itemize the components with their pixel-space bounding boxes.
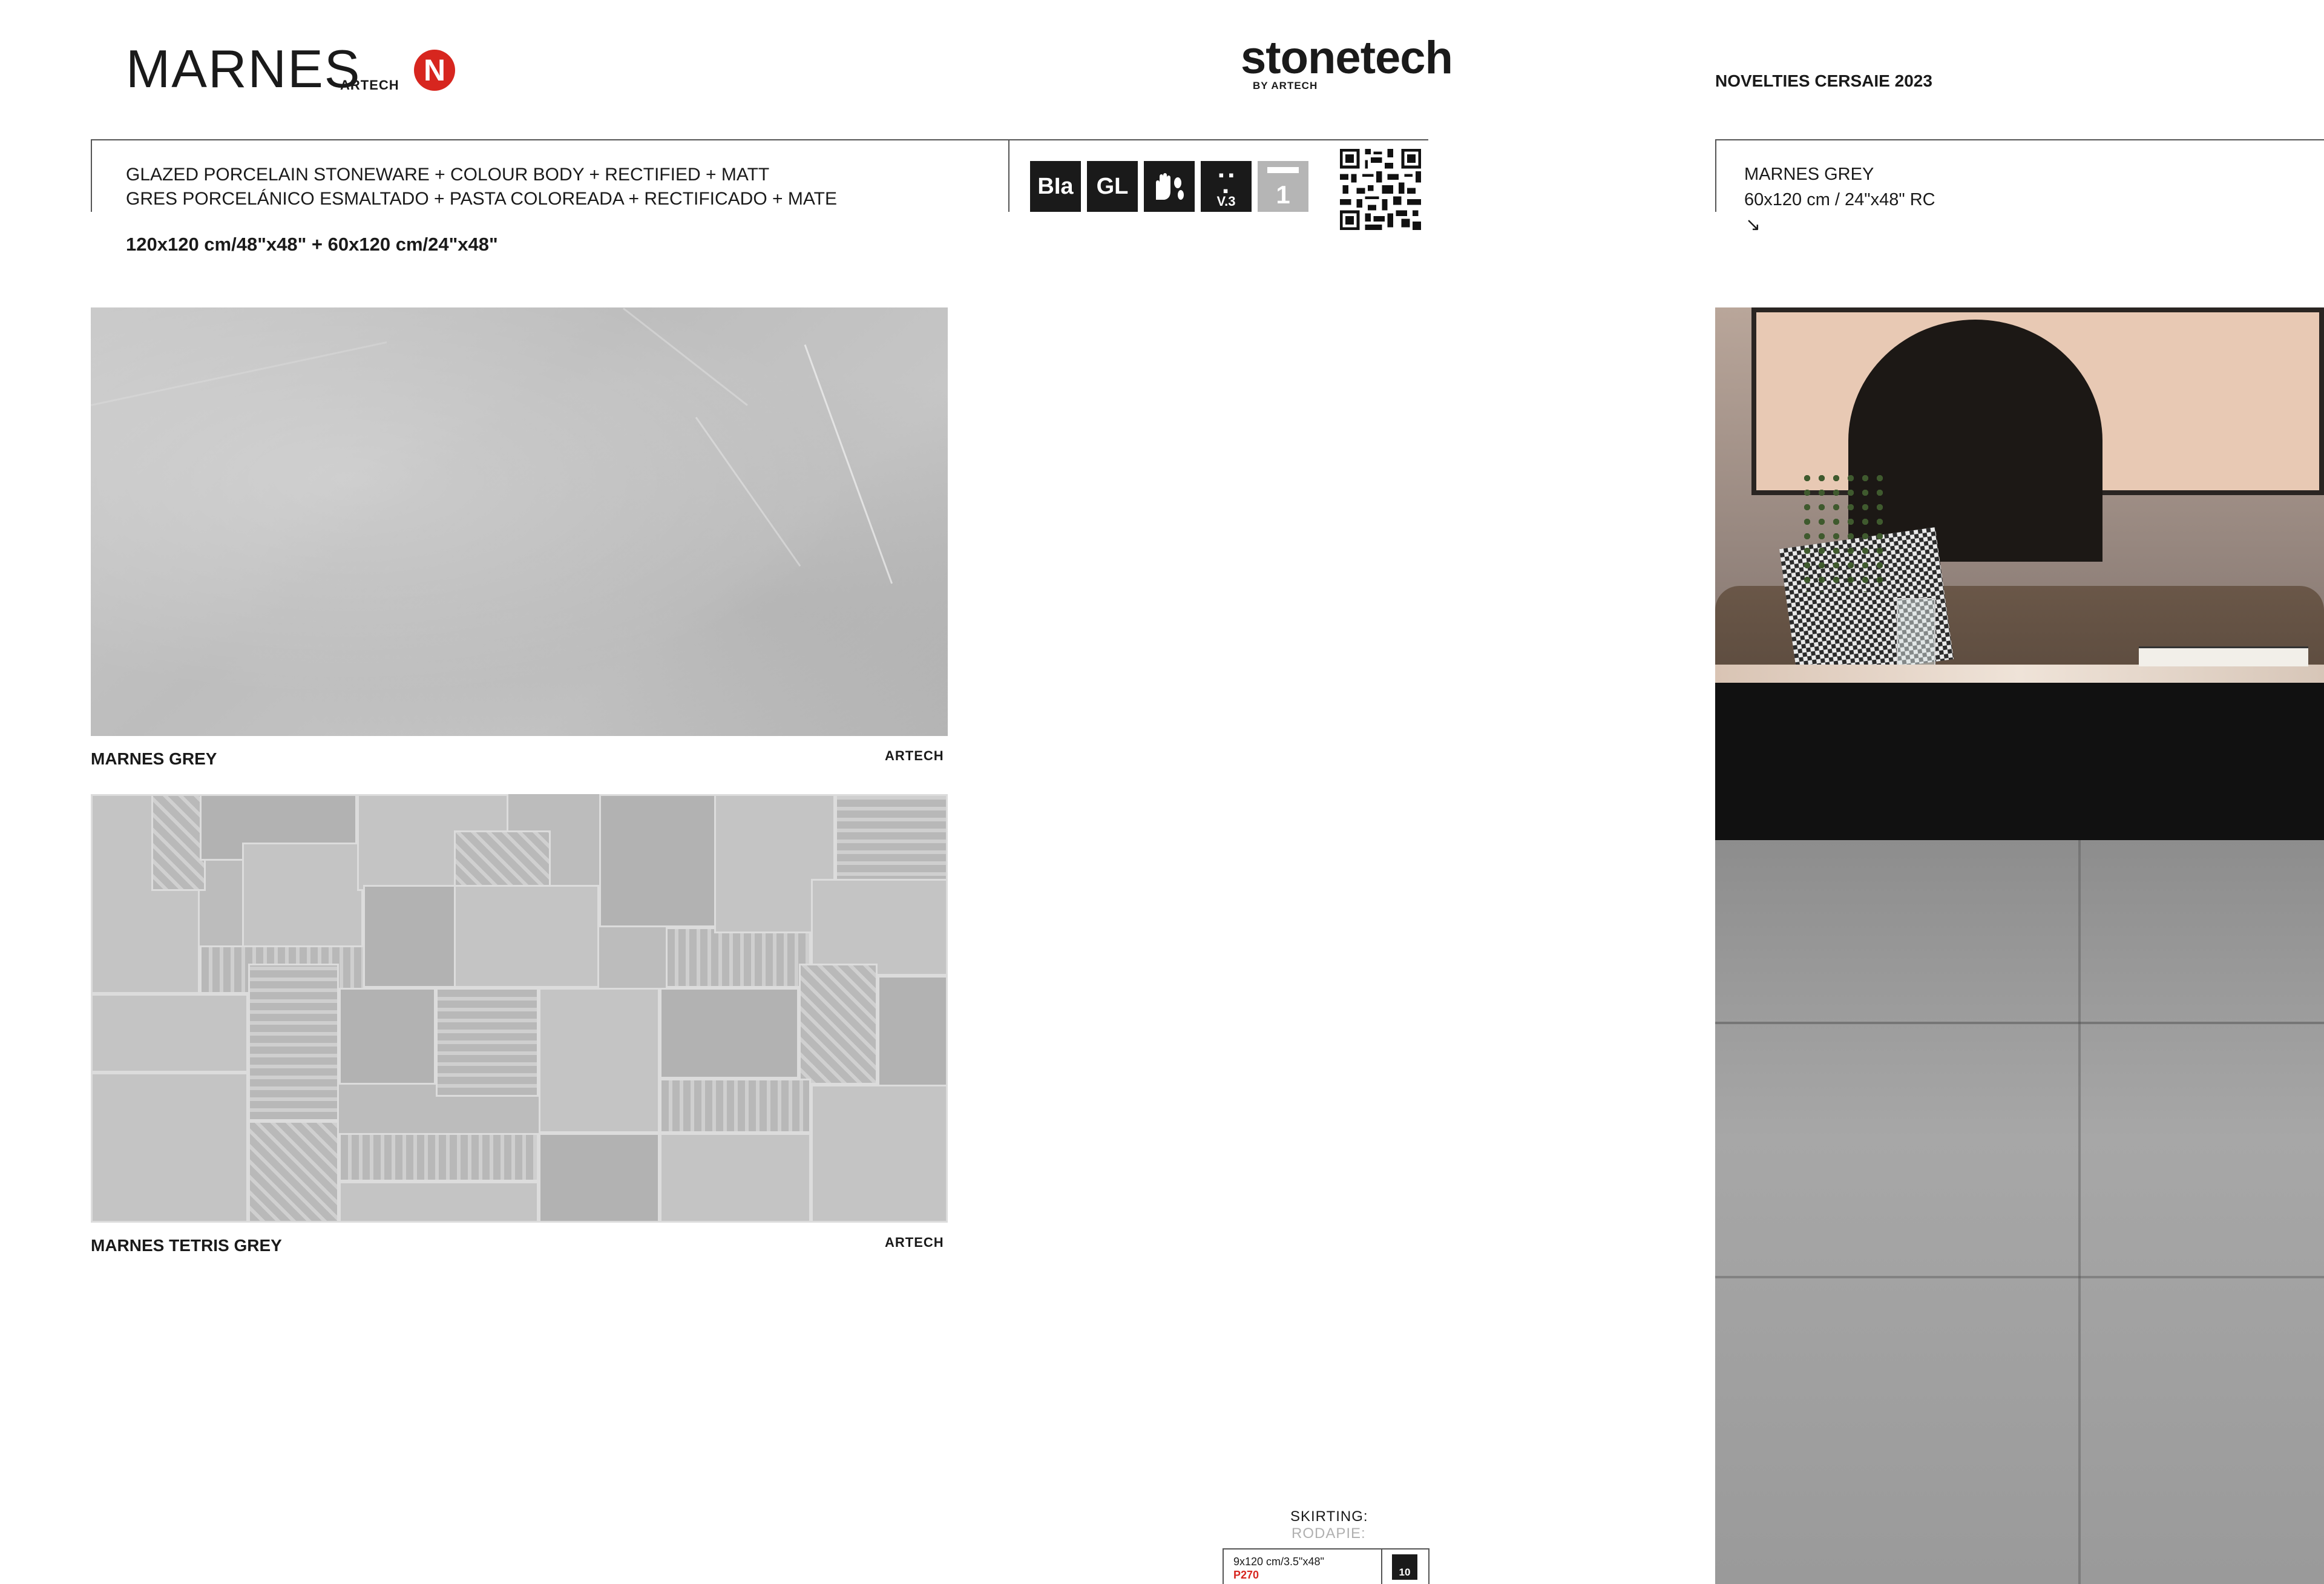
pattern-block: [539, 1133, 660, 1223]
artwork-shape: [1848, 320, 2102, 562]
room-product-size: 60x120 cm / 24"x48" RC: [1744, 190, 1935, 209]
variation-label: V.3: [1216, 194, 1236, 209]
tile-caption: MARNES GREY: [91, 749, 217, 768]
pattern-block: [339, 1133, 539, 1181]
floor-joint: [1715, 1276, 2324, 1278]
pattern-block: [339, 1181, 539, 1223]
skirting-label-en: SKIRTING:: [1290, 1508, 1368, 1525]
spec-line-en: GLAZED PORCELAIN STONEWARE + COLOUR BODY…: [126, 165, 770, 185]
pattern-block: [339, 988, 436, 1085]
spec-line-es: GRES PORCELÁNICO ESMALTADO + PASTA COLOR…: [126, 189, 837, 209]
pattern-block: [436, 988, 539, 1097]
skirting-pieces-icon: 10: [1392, 1554, 1417, 1580]
size-line: 120x120 cm/48"x48" + 60x120 cm/24"x48": [126, 234, 498, 255]
pattern-block: [666, 927, 811, 988]
shade-variation-icon: ▪ ▪ ▪ V.3: [1201, 161, 1252, 212]
skirting-code: P270: [1233, 1569, 1259, 1581]
pattern-block: [248, 964, 339, 1121]
new-badge-icon: N: [414, 50, 455, 91]
pattern-block: [811, 879, 948, 976]
pattern-block: [660, 988, 799, 1079]
tiled-floor: [1715, 840, 2324, 1584]
tile-caption: MARNES TETRIS GREY: [91, 1236, 282, 1255]
spec-box-divider: [1008, 140, 1009, 212]
skirting-label-es: RODAPIE:: [1292, 1525, 1366, 1542]
skirting-box-divider: [1381, 1549, 1382, 1584]
pattern-block: [91, 994, 248, 1073]
spec-icons: BIa GL ▪ ▪ ▪ V.3 1: [1030, 161, 1308, 212]
pattern-block: [454, 830, 551, 891]
floor-joint: [2078, 840, 2081, 1584]
hand-feet-glyph: [1156, 173, 1184, 200]
pattern-block: [811, 1085, 948, 1223]
glass-vase: [1897, 598, 1935, 673]
pattern-block: [363, 885, 460, 988]
gl-icon: GL: [1087, 161, 1138, 212]
pattern-block: [248, 1121, 339, 1223]
books: [2139, 646, 2308, 666]
hand-feet-icon: [1144, 161, 1195, 212]
pattern-block: [599, 794, 720, 927]
tile-brand: ARTECH: [885, 1235, 944, 1250]
marnes-tetris-grey-tile-image: [91, 794, 948, 1223]
coffee-table-top: [1715, 665, 2324, 683]
living-room-photo: [1715, 307, 2324, 1584]
plant-leaves: [1800, 471, 1885, 592]
tile-vein: [695, 416, 801, 567]
floor-joint: [1715, 1022, 2324, 1024]
pattern-block: [878, 976, 948, 1097]
pattern-block: [151, 794, 206, 891]
slip-bar-icon: [1267, 167, 1299, 173]
skirting-size: 9x120 cm/3.5"x48": [1233, 1556, 1324, 1568]
stonetech-logo: stonetech: [1241, 32, 1453, 84]
slip-class-icon: 1: [1258, 161, 1308, 212]
slip-class-value: 1: [1276, 180, 1290, 209]
marnes-grey-tile-image: [90, 307, 948, 736]
collection-title: MARNES: [126, 39, 361, 99]
pattern-block: [91, 1073, 248, 1223]
arrow-down-right-icon: ↘: [1745, 215, 1761, 235]
room-product-name: MARNES GREY: [1744, 165, 1874, 184]
pattern-block: [539, 988, 660, 1133]
tile-vein: [90, 341, 387, 406]
pattern-block: [660, 1079, 811, 1133]
tile-vein: [804, 344, 893, 584]
pattern-block: [799, 964, 878, 1085]
tile-vein: [623, 307, 748, 406]
coffee-table-base: [1715, 683, 2324, 840]
artech-logo-small: ARTECH: [340, 77, 399, 93]
qr-code-icon[interactable]: [1340, 149, 1421, 230]
pattern-block: [454, 885, 599, 988]
pattern-block: [835, 794, 948, 885]
pattern-block: [660, 1133, 811, 1223]
stonetech-logo-sub: BY ARTECH: [1253, 80, 1318, 91]
tile-brand: ARTECH: [885, 748, 944, 763]
bla-icon: BIa: [1030, 161, 1081, 212]
novelties-heading: NOVELTIES CERSAIE 2023: [1715, 71, 1932, 90]
